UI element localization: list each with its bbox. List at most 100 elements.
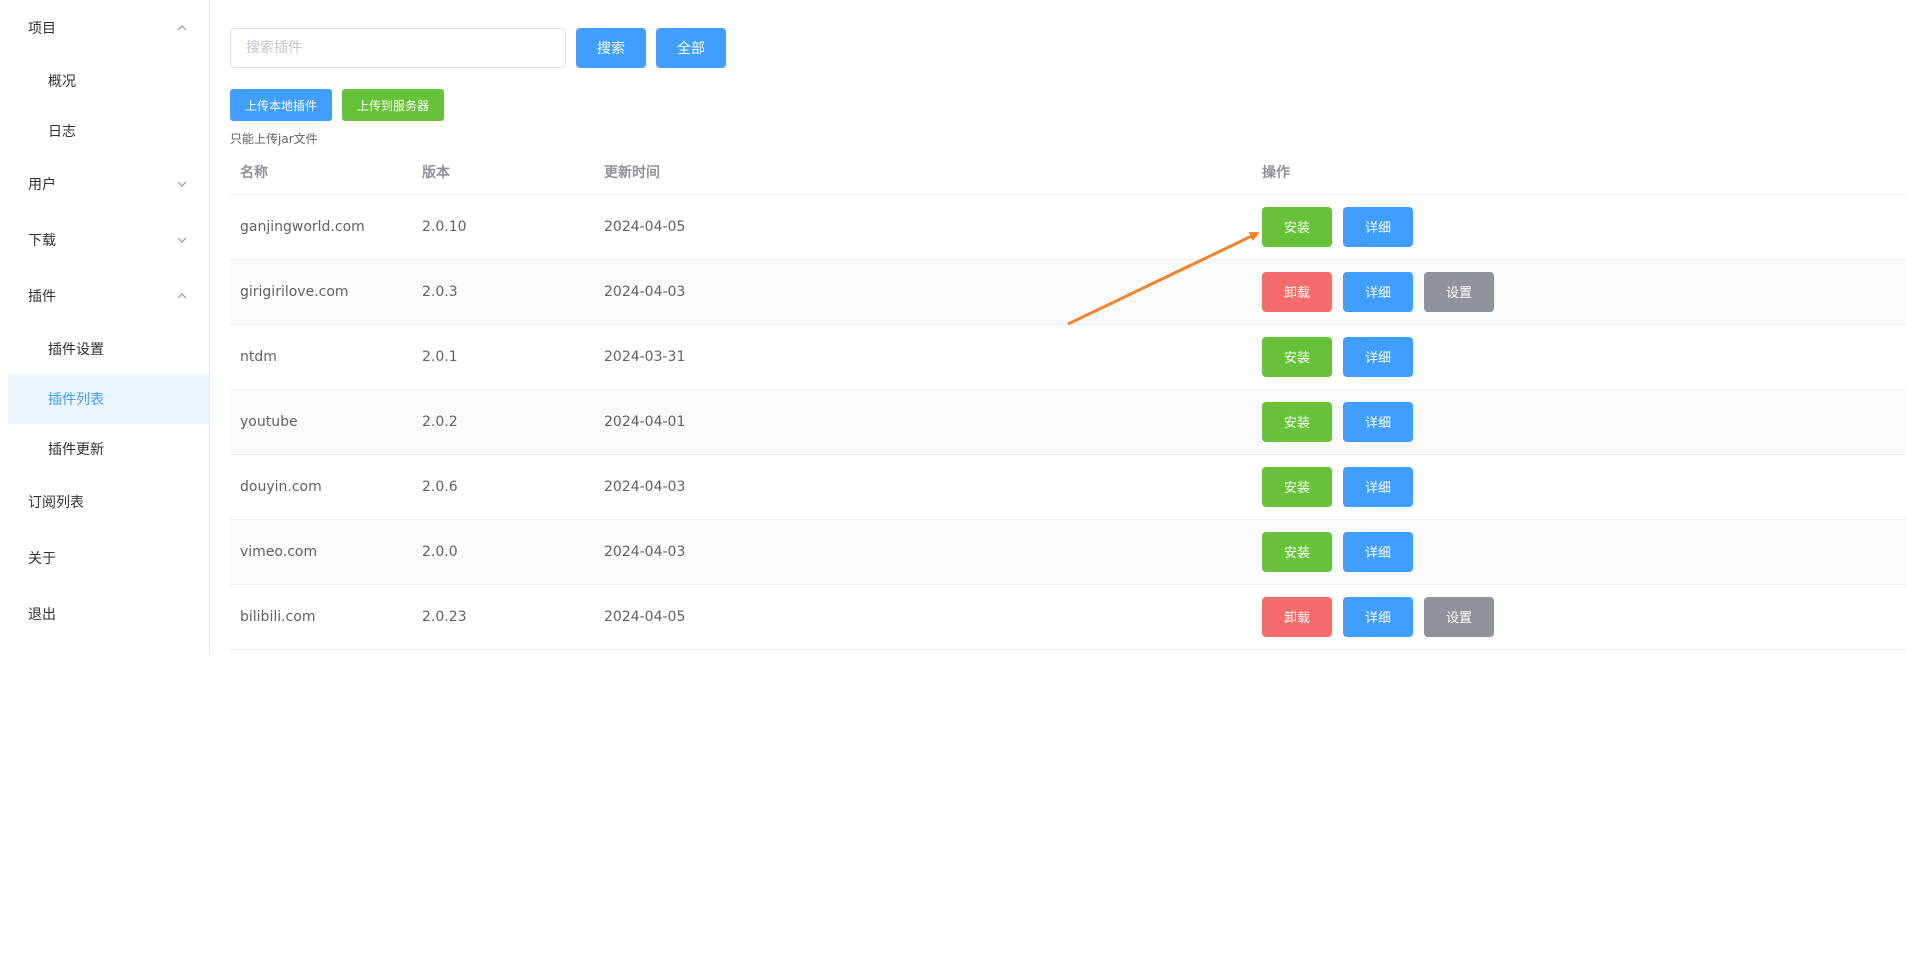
- cell-name: ntdm: [230, 324, 412, 390]
- cell-actions: 安装 详细: [1252, 324, 1906, 390]
- cell-actions: 安装 详细: [1252, 194, 1906, 260]
- install-button[interactable]: 安装: [1262, 336, 1332, 377]
- sidebar-group-project[interactable]: 项目: [0, 0, 209, 56]
- sidebar-item-label: 插件: [28, 289, 56, 305]
- action-group: 安装 详细: [1262, 466, 1896, 507]
- search-input[interactable]: [230, 28, 566, 68]
- action-group: 卸载 详细 设置: [1262, 596, 1896, 637]
- chevron-up-icon: [175, 21, 189, 35]
- cell-actions: 安装 详细: [1252, 454, 1906, 520]
- cell-version: 2.0.6: [412, 454, 594, 520]
- sidebar-group-download[interactable]: 下载: [0, 212, 209, 268]
- cell-version: 2.0.2: [412, 389, 594, 455]
- cell-name: douyin.com: [230, 454, 412, 520]
- detail-button[interactable]: 详细: [1343, 596, 1413, 637]
- table-row: ganjingworld.com 2.0.10 2024-04-05 安装 详细: [230, 194, 1906, 260]
- uninstall-button[interactable]: 卸载: [1262, 271, 1332, 312]
- cell-name: bilibili.com: [230, 584, 412, 650]
- sidebar-group-plugins[interactable]: 插件: [0, 268, 209, 324]
- detail-button[interactable]: 详细: [1343, 336, 1413, 377]
- settings-button[interactable]: 设置: [1424, 271, 1494, 312]
- cell-updated: 2024-04-05: [594, 194, 1252, 260]
- cell-version: 2.0.23: [412, 584, 594, 650]
- install-button[interactable]: 安装: [1262, 531, 1332, 572]
- chevron-down-icon: [175, 233, 189, 247]
- cell-name: youtube: [230, 389, 412, 455]
- sidebar-item-label: 概况: [48, 74, 76, 90]
- detail-button[interactable]: 详细: [1343, 271, 1413, 312]
- sidebar-item-logout[interactable]: 退出: [0, 586, 209, 642]
- header-version: 版本: [412, 150, 594, 195]
- sidebar-item-plugin-update[interactable]: 插件更新: [0, 424, 209, 474]
- sidebar-item-label: 订阅列表: [28, 495, 84, 511]
- detail-button[interactable]: 详细: [1343, 206, 1413, 247]
- cell-version: 2.0.3: [412, 259, 594, 325]
- header-name: 名称: [230, 150, 412, 195]
- action-group: 安装 详细: [1262, 206, 1896, 247]
- sidebar-item-label: 插件更新: [48, 442, 104, 458]
- cell-version: 2.0.10: [412, 194, 594, 260]
- cell-updated: 2024-04-05: [594, 584, 1252, 650]
- action-group: 安装 详细: [1262, 336, 1896, 377]
- table-row: vimeo.com 2.0.0 2024-04-03 安装 详细: [230, 519, 1906, 585]
- detail-button[interactable]: 详细: [1343, 466, 1413, 507]
- install-button[interactable]: 安装: [1262, 206, 1332, 247]
- table-row: bilibili.com 2.0.23 2024-04-05 卸载 详细 设置: [230, 584, 1906, 650]
- cell-actions: 卸载 详细 设置: [1252, 584, 1906, 650]
- cell-updated: 2024-04-03: [594, 454, 1252, 520]
- sidebar-item-label: 下载: [28, 233, 56, 249]
- install-button[interactable]: 安装: [1262, 466, 1332, 507]
- cell-actions: 卸载 详细 设置: [1252, 259, 1906, 325]
- detail-button[interactable]: 详细: [1343, 531, 1413, 572]
- table-row: douyin.com 2.0.6 2024-04-03 安装 详细: [230, 454, 1906, 520]
- sidebar-item-label: 项目: [28, 21, 56, 37]
- sidebar-item-overview[interactable]: 概况: [0, 56, 209, 106]
- chevron-down-icon: [175, 177, 189, 191]
- sidebar-item-label: 用户: [28, 177, 56, 193]
- uninstall-button[interactable]: 卸载: [1262, 596, 1332, 637]
- sidebar-item-subscriptions[interactable]: 订阅列表: [0, 474, 209, 530]
- cell-name: vimeo.com: [230, 519, 412, 585]
- upload-bar: 上传本地插件 上传到服务器: [230, 89, 454, 121]
- action-group: 卸载 详细 设置: [1262, 271, 1896, 312]
- cell-version: 2.0.1: [412, 324, 594, 390]
- settings-button[interactable]: 设置: [1424, 596, 1494, 637]
- cell-actions: 安装 详细: [1252, 389, 1906, 455]
- sidebar-item-logs[interactable]: 日志: [0, 106, 209, 156]
- sidebar-item-plugin-list[interactable]: 插件列表: [8, 374, 209, 424]
- sidebar-item-label: 关于: [28, 551, 56, 567]
- table-row: girigirilove.com 2.0.3 2024-04-03 卸载 详细 设置: [230, 259, 1906, 325]
- cell-version: 2.0.0: [412, 519, 594, 585]
- cell-updated: 2024-03-31: [594, 324, 1252, 390]
- sidebar-item-label: 插件设置: [48, 342, 104, 358]
- upload-tip: 只能上传jar文件: [230, 132, 318, 146]
- sidebar-item-about[interactable]: 关于: [0, 530, 209, 586]
- sidebar: 项目 概况 日志 用户 下载 插件 插件设置 插件列表 插件更新 订阅列表 关于…: [0, 0, 210, 655]
- cell-name: ganjingworld.com: [230, 194, 412, 260]
- header-updated: 更新时间: [594, 150, 1252, 195]
- install-button[interactable]: 安装: [1262, 401, 1332, 442]
- sidebar-group-users[interactable]: 用户: [0, 156, 209, 212]
- cell-updated: 2024-04-03: [594, 259, 1252, 325]
- cell-actions: 安装 详细: [1252, 519, 1906, 585]
- sidebar-item-label: 日志: [48, 124, 76, 140]
- detail-button[interactable]: 详细: [1343, 401, 1413, 442]
- table-header-row: 名称 版本 更新时间 操作: [230, 150, 1906, 195]
- action-group: 安装 详细: [1262, 531, 1896, 572]
- sidebar-item-label: 退出: [28, 607, 56, 623]
- table-row: ntdm 2.0.1 2024-03-31 安装 详细: [230, 324, 1906, 390]
- action-group: 安装 详细: [1262, 401, 1896, 442]
- cell-updated: 2024-04-03: [594, 519, 1252, 585]
- header-actions: 操作: [1252, 150, 1906, 195]
- upload-server-button[interactable]: 上传到服务器: [342, 89, 445, 121]
- upload-local-button[interactable]: 上传本地插件: [230, 89, 333, 121]
- search-button[interactable]: 搜索: [576, 28, 646, 68]
- cell-updated: 2024-04-01: [594, 389, 1252, 455]
- show-all-button[interactable]: 全部: [656, 28, 726, 68]
- plugin-table: 名称 版本 更新时间 操作 ganjingworld.com 2.0.10 2024…: [230, 150, 1906, 650]
- sidebar-item-label: 插件列表: [48, 392, 104, 408]
- table-row: youtube 2.0.2 2024-04-01 安装 详细: [230, 389, 1906, 455]
- search-bar: 搜索 全部: [230, 28, 726, 68]
- sidebar-item-plugin-settings[interactable]: 插件设置: [0, 324, 209, 374]
- cell-name: girigirilove.com: [230, 259, 412, 325]
